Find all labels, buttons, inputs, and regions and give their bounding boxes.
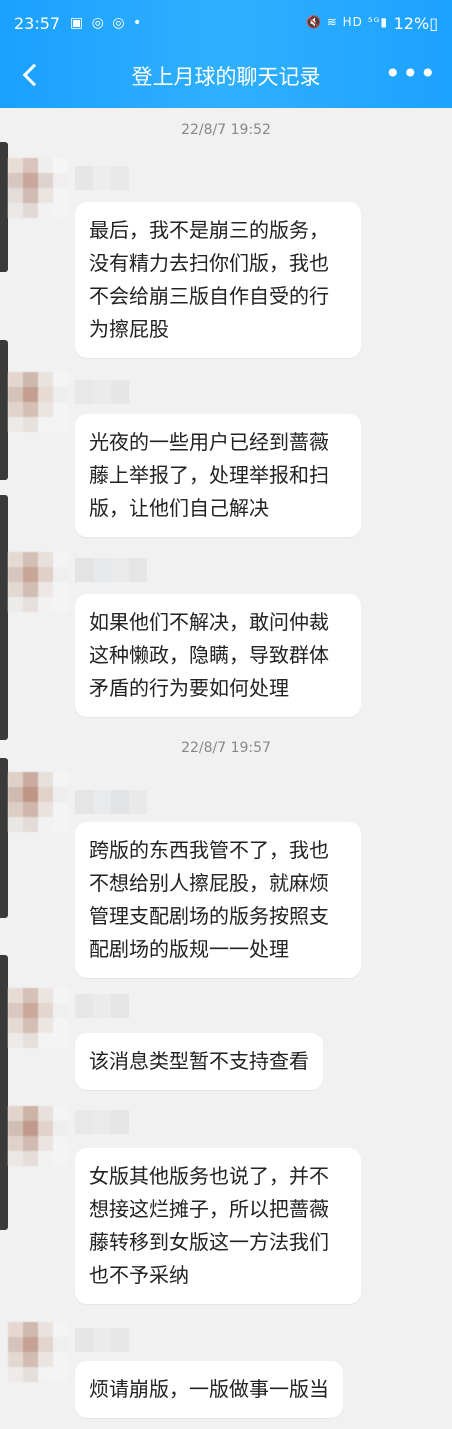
- screen-edge-strip: [0, 142, 8, 272]
- sender-avatar[interactable]: [8, 1106, 68, 1166]
- status-time: 23:57: [14, 14, 61, 33]
- notification-icons: ▣ ◎ ◎ •: [70, 15, 144, 31]
- sender-name-mosaic: [75, 1110, 145, 1134]
- sender-avatar[interactable]: [8, 552, 68, 612]
- sender-avatar[interactable]: [8, 772, 68, 832]
- sender-name-mosaic: [75, 166, 145, 190]
- sender-avatar[interactable]: [8, 988, 68, 1048]
- sender-name-mosaic: [75, 380, 145, 404]
- status-bar: 23:57 ▣ ◎ ◎ • 🔇 ≋ HD ⁵ᴳ▮ 12%▯: [14, 14, 438, 38]
- sender-avatar[interactable]: [8, 372, 68, 432]
- screen-edge-strip: [0, 955, 8, 1230]
- nav-row: 登上月球的聊天记录 •••: [0, 54, 452, 100]
- screen-edge-strip: [0, 495, 8, 740]
- sender-avatar[interactable]: [8, 1322, 68, 1382]
- sender-name-mosaic: [75, 558, 165, 582]
- message-bubble[interactable]: 光夜的一些用户已经到蔷薇藤上举报了，处理举报和扫版，让他们自己解决: [75, 414, 361, 537]
- signal-icons: 🔇 ≋ HD ⁵ᴳ▮: [306, 15, 388, 29]
- message-bubble[interactable]: 最后，我不是崩三的版务，没有精力去扫你们版，我也不会给崩三版自作自受的行为擦屁股: [75, 202, 361, 358]
- sender-name-mosaic: [75, 1328, 145, 1352]
- screen-edge-strip: [0, 758, 8, 918]
- message-bubble[interactable]: 女版其他版务也说了，并不想接这烂摊子，所以把蔷薇藤转移到女版这一方法我们也不予采…: [75, 1148, 361, 1304]
- more-options-icon[interactable]: •••: [384, 60, 437, 88]
- sender-name-mosaic: [75, 790, 165, 814]
- message-bubble[interactable]: 跨版的东西我管不了，我也不想给别人擦屁股，就麻烦管理支配剧场的版务按照支配剧场的…: [75, 822, 361, 978]
- chat-header: 23:57 ▣ ◎ ◎ • 🔇 ≋ HD ⁵ᴳ▮ 12%▯ 登上月球的聊天记录 …: [0, 0, 452, 108]
- message-timestamp: 22/8/7 19:57: [181, 740, 271, 756]
- sender-name-mosaic: [75, 994, 145, 1018]
- message-timestamp: 22/8/7 19:52: [181, 122, 271, 138]
- message-bubble[interactable]: 烦请崩版，一版做事一版当: [75, 1361, 343, 1418]
- screen-edge-strip: [0, 340, 8, 480]
- message-bubble[interactable]: 如果他们不解决，敢问仲裁这种懒政，隐瞒，导致群体矛盾的行为要如何处理: [75, 594, 361, 717]
- battery-indicator: 12%▯: [393, 14, 438, 33]
- sender-avatar[interactable]: [8, 158, 68, 218]
- message-bubble[interactable]: 该消息类型暂不支持查看: [75, 1033, 323, 1090]
